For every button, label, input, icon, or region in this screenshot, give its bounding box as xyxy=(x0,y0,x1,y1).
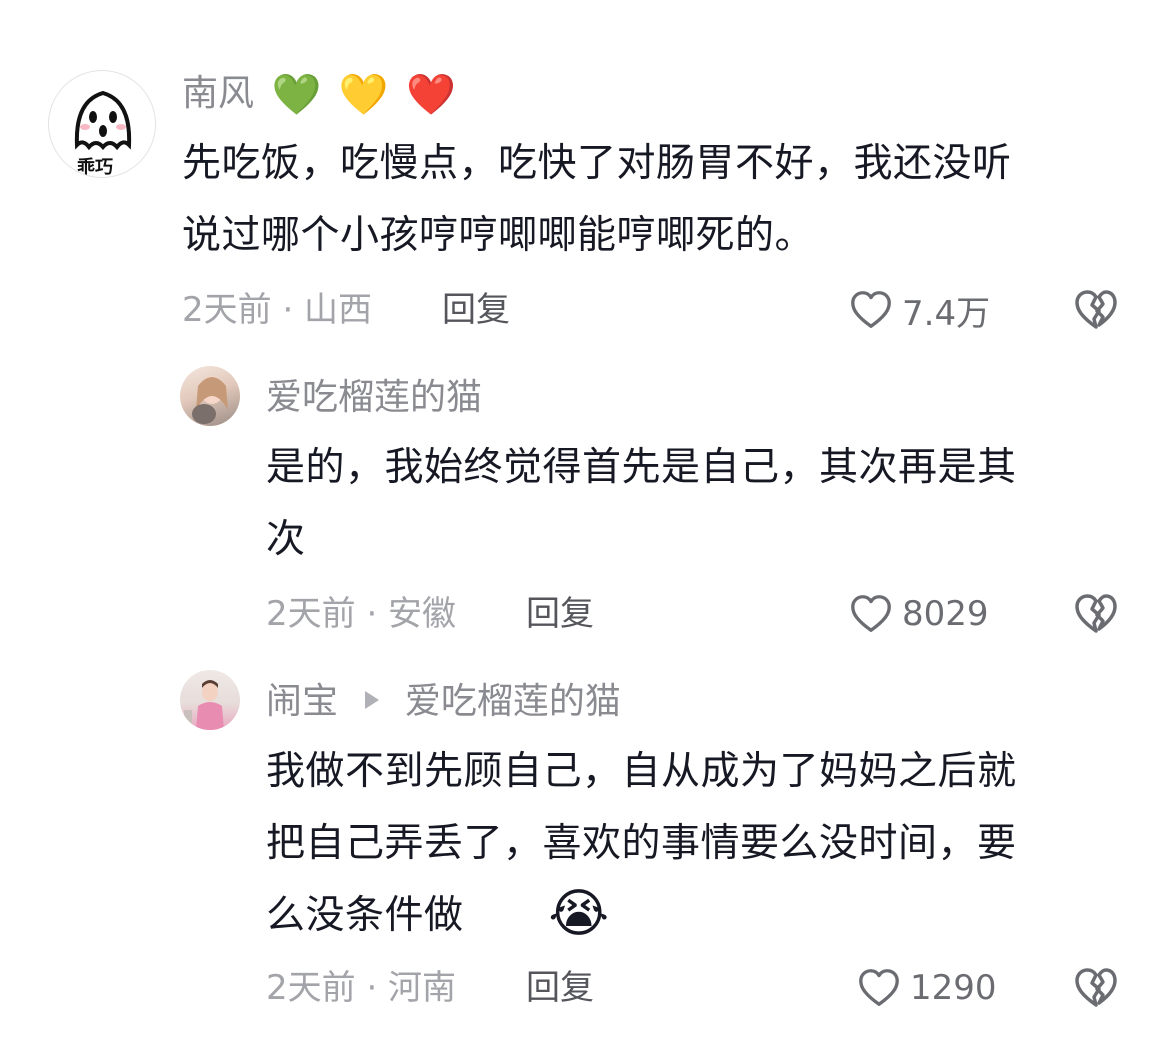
comment-text-line: 先吃饭，吃慢点，吃快了对肠胃不好，我还没听 xyxy=(182,141,1012,186)
dislike-button[interactable] xyxy=(1072,964,1120,1012)
comment-text-line: 么没条件做 😭 xyxy=(266,880,1136,952)
reply-to-name[interactable]: 爱吃榴莲的猫 xyxy=(405,681,621,722)
heart-outline-icon xyxy=(851,595,891,632)
comment-text: 我做不到先顾自己，自从成为了妈妈之后就 把自己弄丢了，喜欢的事情要么没时间，要 … xyxy=(266,736,1136,952)
comment-author: 闹宝 爱吃榴莲的猫 xyxy=(266,680,621,724)
avatar[interactable]: 乖巧 xyxy=(48,70,156,178)
comment-author[interactable]: 南风 💚 💛 ❤️ xyxy=(182,72,456,117)
comment-text-fragment: 么没条件做 xyxy=(266,893,464,938)
broken-heart-icon xyxy=(1075,594,1117,633)
user-photo-avatar xyxy=(184,680,224,730)
reply-button[interactable]: 回复 xyxy=(526,592,594,636)
avatar[interactable] xyxy=(180,670,240,730)
broken-heart-icon xyxy=(1075,290,1117,329)
reply-arrow-icon xyxy=(365,691,380,709)
heart-outline-icon xyxy=(859,969,899,1006)
comment-text-line: 我做不到先顾自己，自从成为了妈妈之后就 xyxy=(266,749,1017,794)
comment-time-location: 2天前 · 河南 xyxy=(266,968,457,1008)
comment-author[interactable]: 爱吃榴莲的猫 xyxy=(266,376,482,420)
dislike-button[interactable] xyxy=(1072,286,1120,334)
yellow-heart-icon: 💛 xyxy=(338,72,389,118)
comment-text: 是的，我始终觉得首先是自己，其次再是其 次 xyxy=(266,432,1136,576)
comment-text: 先吃饭，吃慢点，吃快了对肠胃不好，我还没听 说过哪个小孩哼哼唧唧能哼唧死的。 xyxy=(182,128,1132,272)
avatar[interactable] xyxy=(180,366,240,426)
author-name[interactable]: 闹宝 xyxy=(266,681,338,722)
comment-text-line: 把自己弄丢了，喜欢的事情要么没时间，要 xyxy=(266,821,1017,866)
broken-heart-icon xyxy=(1075,968,1117,1007)
comment-text-line: 是的，我始终觉得首先是自己，其次再是其 xyxy=(266,445,1017,490)
red-heart-icon: ❤️ xyxy=(406,72,456,118)
heart-outline-icon xyxy=(851,291,891,328)
dislike-button[interactable] xyxy=(1072,590,1120,638)
like-button[interactable]: 1290 xyxy=(856,964,997,1012)
comment-text-line: 次 xyxy=(266,517,306,562)
comment-time-location: 2天前 · 山西 xyxy=(182,290,373,330)
green-heart-icon: 💚 xyxy=(271,72,322,118)
comment-text-line: 说过哪个小孩哼哼唧唧能哼唧死的。 xyxy=(182,213,815,258)
avatar-text: 乖巧 xyxy=(77,157,113,178)
like-count: 1290 xyxy=(910,968,997,1008)
like-count: 8029 xyxy=(902,594,989,634)
comment-time-location: 2天前 · 安徽 xyxy=(266,594,457,634)
like-button[interactable]: 8029 xyxy=(848,590,989,638)
like-count: 7.4万 xyxy=(902,293,991,334)
like-button[interactable]: 7.4万 xyxy=(848,286,990,334)
reply-button[interactable]: 回复 xyxy=(526,966,594,1010)
reply-button[interactable]: 回复 xyxy=(442,288,510,332)
user-photo-avatar xyxy=(192,376,228,424)
author-name: 南风 xyxy=(182,73,255,114)
loudly-crying-face-icon: 😭 xyxy=(548,883,610,944)
